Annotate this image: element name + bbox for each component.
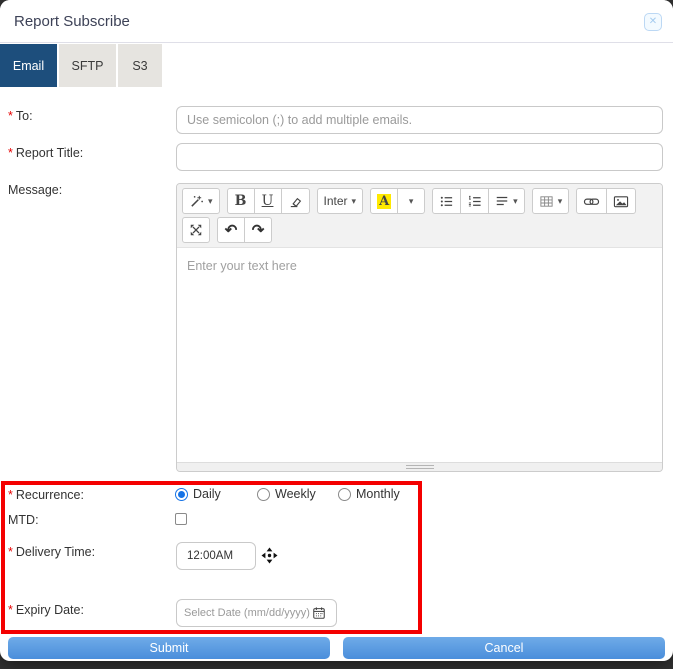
font-family-dropdown[interactable]: Inter ▾ <box>316 188 364 214</box>
font-color-dropdown[interactable]: ▾ <box>397 188 426 214</box>
table-icon[interactable]: ▾ <box>531 188 570 214</box>
cancel-button[interactable]: Cancel <box>343 637 665 659</box>
radio-weekly-label: Weekly <box>275 487 316 501</box>
fullscreen-icon[interactable] <box>182 217 210 243</box>
chevron-down-icon: ▾ <box>557 195 563 206</box>
mtd-checkbox[interactable] <box>175 513 187 525</box>
picture-icon[interactable] <box>606 188 637 214</box>
report-title-label: * Report Title: <box>8 146 84 160</box>
to-label: * To: <box>8 109 33 123</box>
required-asterisk: * <box>8 146 13 160</box>
required-asterisk: * <box>8 603 13 617</box>
expiry-date-label: * Expiry Date: <box>8 603 84 617</box>
ordered-list-icon[interactable] <box>460 188 490 214</box>
drag-handle-icon <box>405 465 434 471</box>
radio-button-icon <box>175 487 188 501</box>
editor-content[interactable]: Enter your text here <box>177 248 662 462</box>
report-subscribe-modal: Report Subscribe ✕ Email SFTP S3 *To: *R… <box>0 0 673 661</box>
bold-icon[interactable]: B <box>226 188 255 214</box>
radio-daily[interactable]: Daily <box>175 487 221 501</box>
magic-style-icon[interactable]: ▾ <box>182 188 220 214</box>
editor-resize-handle[interactable] <box>177 462 662 471</box>
tab-sftp-label: SFTP <box>71 58 104 73</box>
modal-header: Report Subscribe ✕ <box>0 0 673 43</box>
mtd-label: MTD: <box>8 513 39 527</box>
expiry-date-input[interactable]: Select Date (mm/dd/yyyy) <box>176 599 337 627</box>
underline-icon[interactable]: U <box>253 188 282 214</box>
chevron-down-icon: ▾ <box>208 195 213 206</box>
to-input[interactable] <box>176 106 663 134</box>
message-label: Message: <box>8 183 63 197</box>
delivery-time-label: * Delivery Time: <box>8 545 96 559</box>
redo-icon[interactable]: ↷ <box>244 217 272 243</box>
editor-placeholder: Enter your text here <box>187 259 297 273</box>
radio-daily-label: Daily <box>193 487 221 501</box>
radio-monthly-label: Monthly <box>356 487 400 501</box>
link-icon[interactable] <box>576 188 608 214</box>
tab-email[interactable]: Email <box>0 44 57 87</box>
tab-email-label: Email <box>12 58 45 73</box>
recurrence-label: * Recurrence: <box>8 488 84 502</box>
unordered-list-icon[interactable] <box>432 188 462 214</box>
submit-button[interactable]: Submit <box>8 637 330 659</box>
calendar-icon <box>312 606 326 620</box>
editor-toolbar: ▾ B U Inter ▾ A ▾ ▾ ▾ ↶ ↷ <box>177 184 662 248</box>
chevron-down-icon: ▾ <box>513 195 518 206</box>
rich-text-editor: ▾ B U Inter ▾ A ▾ ▾ ▾ ↶ ↷ Enter your tex… <box>176 183 663 472</box>
eraser-icon[interactable] <box>280 188 310 214</box>
delivery-time-input[interactable] <box>176 542 256 570</box>
radio-monthly[interactable]: Monthly <box>338 487 400 501</box>
chevron-down-icon: ▾ <box>351 195 357 206</box>
expiry-date-placeholder: Select Date (mm/dd/yyyy) <box>184 607 310 619</box>
required-asterisk: * <box>8 109 13 123</box>
tab-sftp[interactable]: SFTP <box>59 44 116 87</box>
report-title-input[interactable] <box>176 143 663 171</box>
font-color-icon[interactable]: A <box>370 188 399 214</box>
radio-button-icon <box>338 487 351 501</box>
required-asterisk: * <box>8 488 13 502</box>
radio-button-icon <box>257 487 270 501</box>
close-icon[interactable]: ✕ <box>644 13 662 31</box>
font-family-value: Inter <box>323 194 348 208</box>
modal-title: Report Subscribe <box>14 13 130 30</box>
chevron-down-icon: ▾ <box>408 195 414 206</box>
radio-weekly[interactable]: Weekly <box>257 487 316 501</box>
paragraph-align-icon[interactable]: ▾ <box>488 188 525 214</box>
undo-icon[interactable]: ↶ <box>217 217 245 243</box>
time-picker-crosshair-icon[interactable] <box>261 547 278 564</box>
tab-s3[interactable]: S3 <box>118 44 162 87</box>
tab-bar: Email SFTP S3 <box>0 44 162 87</box>
required-asterisk: * <box>8 545 13 559</box>
tab-s3-label: S3 <box>132 58 148 73</box>
